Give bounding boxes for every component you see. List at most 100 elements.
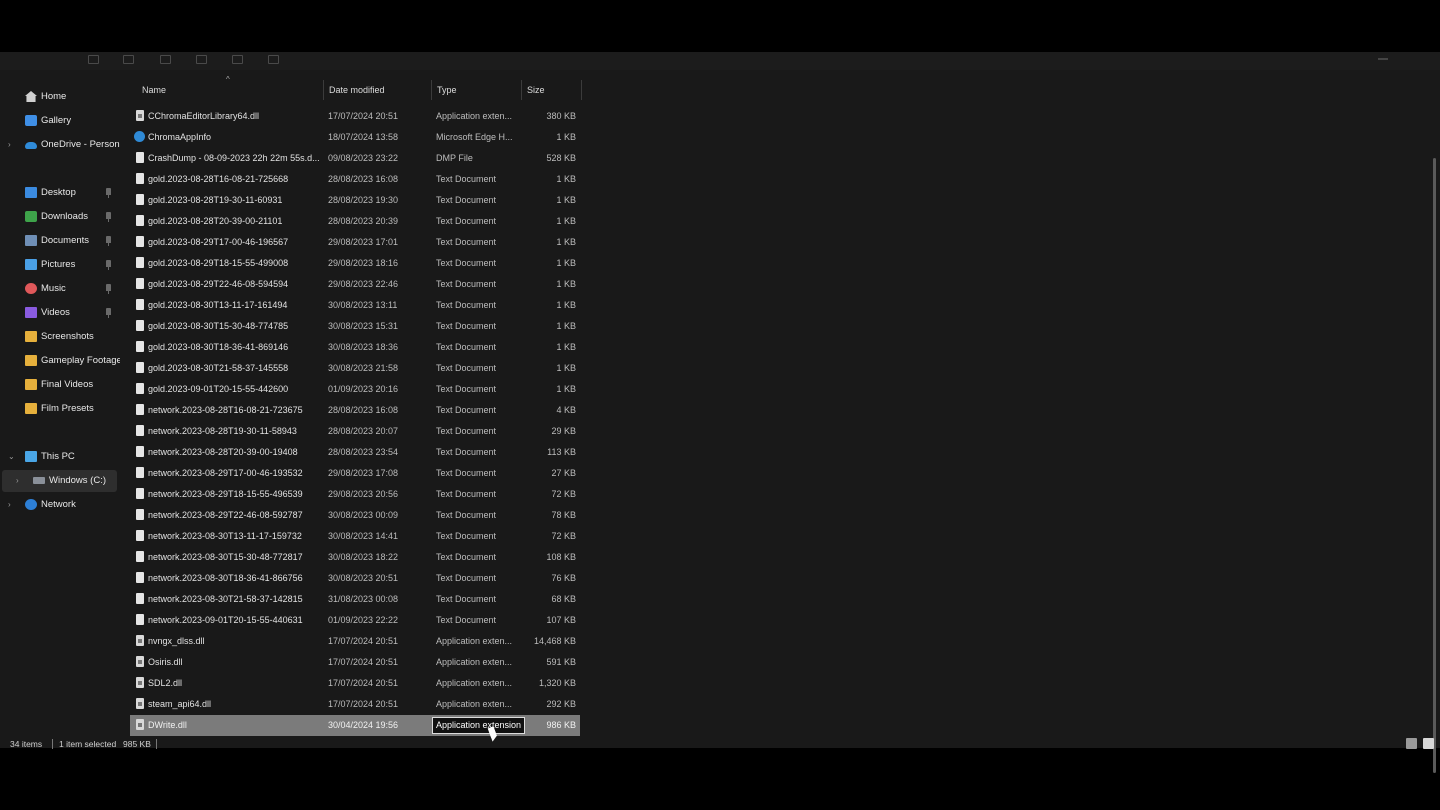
file-date: 30/08/2023 18:36 — [328, 342, 399, 352]
file-row[interactable]: gold.2023-08-30T13-11-17-161494 30/08/202… — [130, 295, 580, 316]
file-type: DMP File — [436, 153, 473, 163]
sidebar-item-desktop[interactable]: Desktop — [0, 182, 120, 204]
file-date: 30/08/2023 18:22 — [328, 552, 399, 562]
details-pane-icon[interactable] — [1378, 58, 1388, 60]
chevron-right-icon[interactable]: › — [8, 140, 11, 150]
sidebar-item-pictures[interactable]: Pictures — [0, 254, 120, 276]
file-name: network.2023-08-30T21-58-37-142815 — [148, 594, 303, 604]
sidebar-item-label: Gameplay Footage — [41, 355, 120, 366]
file-type: Text Document — [436, 552, 497, 562]
file-row[interactable]: DWrite.dll 30/04/2024 19:56 Application ex… — [130, 715, 580, 736]
file-size: 1 KB — [556, 384, 576, 394]
column-date[interactable]: Date modified — [323, 80, 432, 100]
file-row[interactable]: network.2023-08-28T16-08-21-723675 28/08/… — [130, 400, 580, 421]
file-row[interactable]: gold.2023-08-30T15-30-48-774785 30/08/202… — [130, 316, 580, 337]
file-type: Text Document — [436, 384, 497, 394]
sidebar-item-this-pc[interactable]: ⌄ This PC — [0, 446, 120, 468]
file-date: 30/08/2023 00:09 — [328, 510, 399, 520]
copy-icon[interactable] — [123, 55, 134, 64]
large-icons-view-icon[interactable] — [1423, 738, 1434, 749]
file-row[interactable]: network.2023-08-28T19-30-11-58943 28/08/2… — [130, 421, 580, 442]
file-size: 292 KB — [546, 699, 576, 709]
file-row[interactable]: gold.2023-08-28T19-30-11-60931 28/08/2023… — [130, 190, 580, 211]
file-type: Application exten... — [436, 636, 513, 646]
file-type: Text Document — [436, 573, 497, 583]
paste-icon[interactable] — [160, 55, 171, 64]
file-type: Text Document — [436, 594, 497, 604]
details-view-icon[interactable] — [1406, 738, 1417, 749]
file-type: Text Document — [436, 426, 497, 436]
file-date: 29/08/2023 17:08 — [328, 468, 399, 478]
file-row[interactable]: gold.2023-08-30T18-36-41-869146 30/08/202… — [130, 337, 580, 358]
rename-icon[interactable] — [196, 55, 207, 64]
pin-icon — [106, 260, 111, 270]
file-row[interactable]: gold.2023-08-29T22-46-08-594594 29/08/202… — [130, 274, 580, 295]
file-row[interactable]: steam_api64.dll 17/07/2024 20:51 Applicati… — [130, 694, 580, 715]
column-type[interactable]: Type — [431, 80, 522, 100]
column-size[interactable]: Size — [521, 80, 582, 100]
file-row[interactable]: network.2023-08-29T22-46-08-592787 30/08/… — [130, 505, 580, 526]
sidebar-item-downloads[interactable]: Downloads — [0, 206, 120, 228]
sidebar-item-gameplay-footage[interactable]: Gameplay Footage — [0, 350, 120, 372]
sidebar-item-film-presets[interactable]: Film Presets — [0, 398, 120, 420]
file-row[interactable]: ChromaAppInfo 18/07/2024 13:58 Microsoft E… — [130, 127, 580, 148]
file-row[interactable]: network.2023-08-30T15-30-48-772817 30/08/… — [130, 547, 580, 568]
sidebar-item-documents[interactable]: Documents — [0, 230, 120, 252]
file-row[interactable]: network.2023-08-29T17-00-46-193532 29/08/… — [130, 463, 580, 484]
file-name: CrashDump - 08-09-2023 22h 22m 55s.d... — [148, 153, 320, 163]
sidebar-item-network[interactable]: › Network — [0, 494, 120, 516]
file-row[interactable]: gold.2023-08-29T18-15-55-499008 29/08/202… — [130, 253, 580, 274]
file-row[interactable]: CChromaEditorLibrary64.dll 17/07/2024 20:… — [130, 106, 580, 127]
chevron-right-icon[interactable]: › — [16, 476, 19, 486]
file-date: 28/08/2023 23:54 — [328, 447, 399, 457]
dll-file-icon — [136, 719, 144, 730]
file-name: network.2023-08-28T19-30-11-58943 — [148, 426, 297, 436]
share-icon[interactable] — [232, 55, 243, 64]
file-row[interactable]: CrashDump - 08-09-2023 22h 22m 55s.d... 0… — [130, 148, 580, 169]
file-row[interactable]: network.2023-08-30T18-36-41-866756 30/08/… — [130, 568, 580, 589]
file-name: gold.2023-08-28T19-30-11-60931 — [148, 195, 283, 205]
file-row[interactable]: gold.2023-08-29T17-00-46-196567 29/08/202… — [130, 232, 580, 253]
file-row[interactable]: SDL2.dll 17/07/2024 20:51 Application exte… — [130, 673, 580, 694]
file-row[interactable]: nvngx_dlss.dll 17/07/2024 20:51 Applicatio… — [130, 631, 580, 652]
delete-icon[interactable] — [268, 55, 279, 64]
file-row[interactable]: network.2023-08-29T18-15-55-496539 29/08/… — [130, 484, 580, 505]
file-size: 4 KB — [556, 405, 576, 415]
sidebar-item-music[interactable]: Music — [0, 278, 120, 300]
file-row[interactable]: gold.2023-09-01T20-15-55-442600 01/09/202… — [130, 379, 580, 400]
file-date: 28/08/2023 19:30 — [328, 195, 399, 205]
file-row[interactable]: network.2023-08-30T21-58-37-142815 31/08/… — [130, 589, 580, 610]
file-row[interactable]: network.2023-08-28T20-39-00-19408 28/08/2… — [130, 442, 580, 463]
cut-icon[interactable] — [88, 55, 99, 64]
chevron-right-icon[interactable]: › — [8, 500, 11, 510]
file-type: Text Document — [436, 321, 497, 331]
file-size: 986 KB — [546, 720, 576, 730]
file-date: 31/08/2023 00:08 — [328, 594, 399, 604]
sidebar-item-label: Network — [41, 499, 76, 510]
file-name: gold.2023-09-01T20-15-55-442600 — [148, 384, 289, 394]
file-row[interactable]: gold.2023-08-28T20-39-00-21101 28/08/2023… — [130, 211, 580, 232]
vertical-scrollbar[interactable] — [1433, 158, 1436, 773]
sidebar-item-home[interactable]: Home — [0, 86, 120, 108]
navigation-pane: Home Gallery › OneDrive - Persona Desktop Dow… — [0, 78, 120, 718]
file-row[interactable]: Osiris.dll 17/07/2024 20:51 Application ex… — [130, 652, 580, 673]
sidebar-item-windows-c[interactable]: › Windows (C:) — [2, 470, 117, 492]
file-row[interactable]: gold.2023-08-28T16-08-21-725668 28/08/202… — [130, 169, 580, 190]
sidebar-item-screenshots[interactable]: Screenshots — [0, 326, 120, 348]
file-row[interactable]: network.2023-08-30T13-11-17-159732 30/08/… — [130, 526, 580, 547]
sidebar-item-onedrive-persona[interactable]: › OneDrive - Persona — [0, 134, 120, 156]
file-row[interactable]: gold.2023-08-30T21-58-37-145558 30/08/202… — [130, 358, 580, 379]
file-name: network.2023-08-29T18-15-55-496539 — [148, 489, 303, 499]
file-name: nvngx_dlss.dll — [148, 636, 205, 646]
folder-icon — [25, 331, 37, 342]
sidebar-item-final-videos[interactable]: Final Videos — [0, 374, 120, 396]
file-type: Text Document — [436, 174, 497, 184]
sidebar-item-videos[interactable]: Videos — [0, 302, 120, 324]
file-row[interactable]: network.2023-09-01T20-15-55-440631 01/09/… — [130, 610, 580, 631]
column-name[interactable]: ^ Name — [128, 75, 324, 100]
file-icon — [136, 362, 144, 373]
file-date: 28/08/2023 16:08 — [328, 405, 399, 415]
sidebar-item-gallery[interactable]: Gallery — [0, 110, 120, 132]
chevron-down-icon[interactable]: ⌄ — [8, 452, 15, 462]
sidebar-item-label: Downloads — [41, 211, 88, 222]
